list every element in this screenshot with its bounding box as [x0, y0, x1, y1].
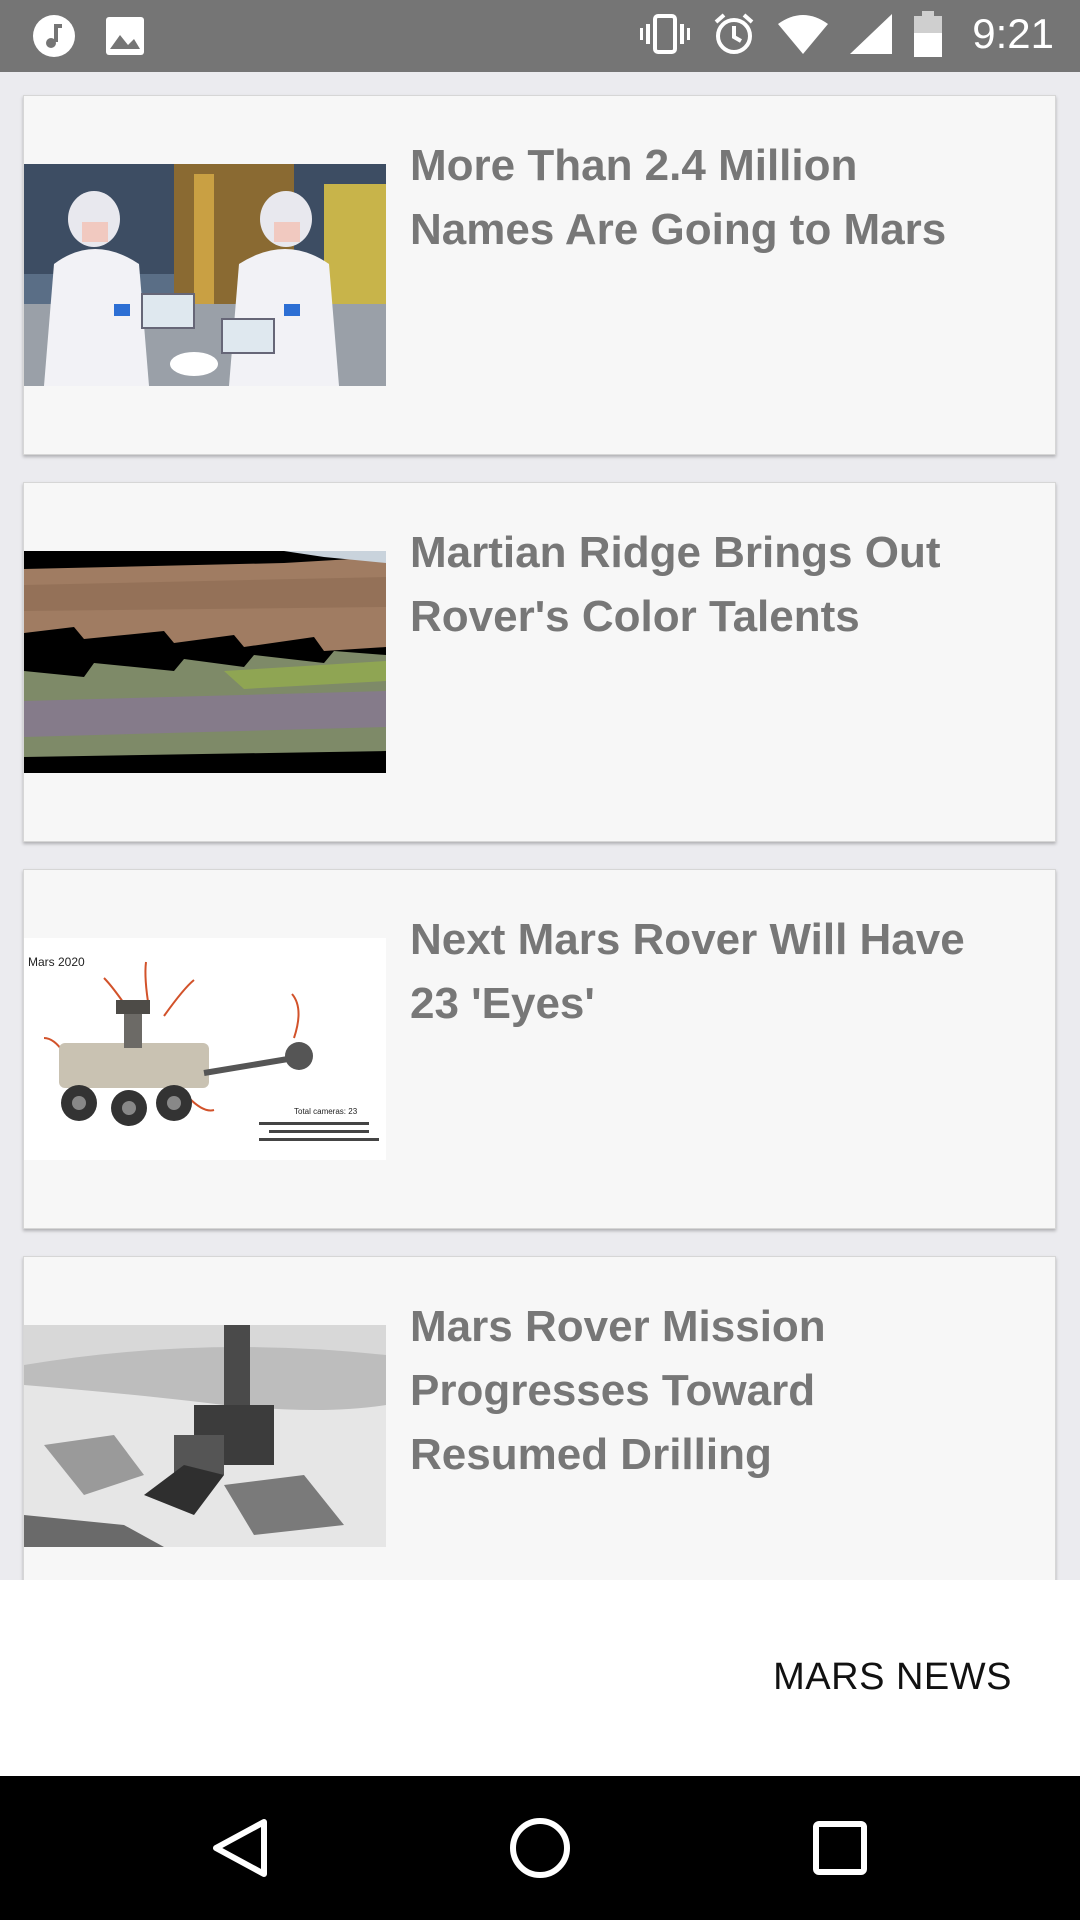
status-bar: 9:21	[0, 0, 1080, 72]
article-title[interactable]: More Than 2.4 Million Names Are Going to…	[410, 134, 1010, 262]
vibrate-icon	[640, 12, 691, 56]
navigation-bar	[0, 1776, 1080, 1920]
signal-icon	[850, 14, 893, 54]
alarm-icon	[712, 12, 756, 56]
camera-count-label: Total cameras: 23	[294, 1107, 358, 1116]
wifi-icon	[778, 14, 829, 54]
home-icon[interactable]	[504, 1812, 576, 1884]
image-icon	[104, 15, 146, 57]
news-feed[interactable]: More Than 2.4 Million Names Are Going to…	[0, 72, 1080, 1580]
status-left-icons	[32, 14, 146, 58]
article-thumbnail[interactable]: Mars 2020 Total cameras: 23	[24, 938, 386, 1160]
article-title[interactable]: Mars Rover Mission Progresses Toward Res…	[410, 1295, 1010, 1487]
recents-icon[interactable]	[804, 1812, 876, 1884]
battery-icon	[914, 11, 943, 57]
clock-time: 9:21	[972, 10, 1054, 57]
article-thumbnail[interactable]	[24, 1325, 386, 1547]
mars-news-button[interactable]: MARS NEWS	[773, 1656, 1012, 1699]
article-thumbnail[interactable]	[24, 551, 386, 773]
news-card[interactable]: Mars 2020 Total cameras: 23 Next Mars Ro…	[23, 869, 1056, 1229]
music-note-icon	[32, 14, 76, 58]
article-thumbnail[interactable]	[24, 164, 386, 386]
news-card[interactable]: Martian Ridge Brings Out Rover's Color T…	[23, 482, 1056, 842]
news-card[interactable]: Mars Rover Mission Progresses Toward Res…	[23, 1256, 1056, 1580]
status-right-icons: 9:21	[640, 10, 1054, 58]
back-icon[interactable]	[204, 1812, 276, 1884]
news-card[interactable]: More Than 2.4 Million Names Are Going to…	[23, 95, 1056, 455]
article-title[interactable]: Next Mars Rover Will Have 23 'Eyes'	[410, 908, 1010, 1036]
rover-diagram-label: Mars 2020	[28, 955, 85, 969]
article-title[interactable]: Martian Ridge Brings Out Rover's Color T…	[410, 521, 1010, 649]
bottom-app-bar: MARS NEWS	[0, 1580, 1080, 1776]
